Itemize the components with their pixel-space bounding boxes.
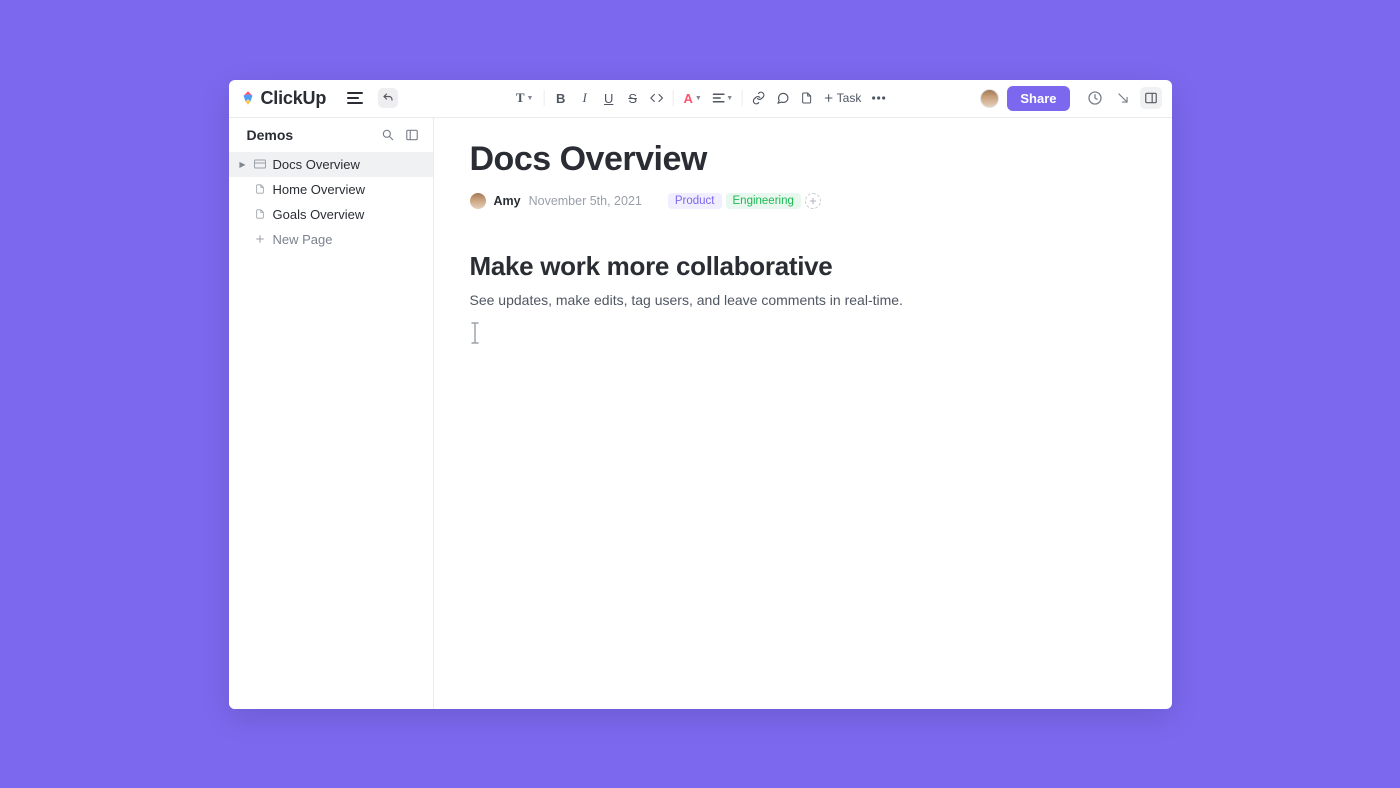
card-icon [254, 158, 266, 170]
search-icon[interactable] [379, 126, 397, 144]
italic-button[interactable]: I [574, 87, 596, 109]
sidebar-item-docs-overview[interactable]: ▶ Docs Overview [229, 152, 433, 177]
task-label: Task [837, 91, 862, 105]
clickup-logo-icon [239, 89, 257, 107]
underline-button[interactable]: U [598, 87, 620, 109]
plus-icon [254, 233, 266, 245]
brand-name: ClickUp [261, 88, 327, 109]
sidebar-item-goals-overview[interactable]: Goals Overview [229, 202, 433, 227]
toolbar-separator [673, 90, 674, 106]
page-icon [254, 208, 266, 220]
sidebar-item-label: Home Overview [273, 182, 365, 197]
doc-paragraph[interactable]: See updates, make edits, tag users, and … [470, 292, 1136, 308]
sidebar-item-label: Docs Overview [273, 157, 360, 172]
strikethrough-button[interactable]: S [622, 87, 644, 109]
author-avatar[interactable] [470, 193, 486, 209]
sidebar-item-label: Goals Overview [273, 207, 365, 222]
page-title[interactable]: Docs Overview [470, 140, 1136, 179]
text-cursor-icon [470, 322, 480, 344]
sidebar-item-label: New Page [273, 232, 333, 247]
body-area: Demos ▶ Docs Overview [229, 117, 1172, 709]
doc-heading[interactable]: Make work more collaborative [470, 251, 1136, 282]
brand-logo[interactable]: ClickUp [239, 88, 327, 109]
sidebar-title: Demos [247, 127, 294, 143]
text-color-button[interactable]: A▼ [679, 87, 707, 109]
attachment-button[interactable] [796, 87, 818, 109]
bold-button[interactable]: B [550, 87, 572, 109]
undo-button[interactable] [378, 88, 398, 108]
document-content[interactable]: Docs Overview Amy November 5th, 2021 Pro… [434, 118, 1172, 709]
align-button[interactable]: ▼ [709, 87, 737, 109]
app-window: ClickUp T▼ B I U S A▼ ▼ [229, 80, 1172, 709]
chevron-right-icon: ▶ [239, 160, 247, 169]
sidebar-panel-icon[interactable] [403, 126, 421, 144]
user-avatar[interactable] [980, 89, 999, 108]
author-name: Amy [494, 194, 521, 208]
text-style-button[interactable]: T▼ [511, 87, 539, 109]
more-button[interactable] [867, 87, 889, 109]
add-tag-button[interactable] [805, 193, 821, 209]
sidebar: Demos ▶ Docs Overview [229, 118, 434, 709]
toolbar-separator [544, 90, 545, 106]
doc-date: November 5th, 2021 [529, 194, 642, 208]
share-button[interactable]: Share [1007, 86, 1069, 111]
history-icon[interactable] [1084, 87, 1106, 109]
sidebar-header: Demos [229, 118, 433, 152]
topbar-right: Share [980, 86, 1161, 111]
doc-meta-row: Amy November 5th, 2021 Product Engineeri… [470, 193, 1136, 209]
comment-button[interactable] [772, 87, 794, 109]
formatting-toolbar: T▼ B I U S A▼ ▼ [511, 87, 890, 109]
tag-product[interactable]: Product [668, 193, 722, 209]
link-button[interactable] [748, 87, 770, 109]
code-button[interactable] [646, 87, 668, 109]
page-icon [254, 183, 266, 195]
insert-task-button[interactable]: Task [820, 91, 866, 105]
panel-toggle-button[interactable] [1140, 87, 1162, 109]
sidebar-item-home-overview[interactable]: Home Overview [229, 177, 433, 202]
menu-icon[interactable] [344, 87, 366, 109]
download-icon[interactable] [1112, 87, 1134, 109]
toolbar-separator [742, 90, 743, 106]
tag-list: Product Engineering [668, 193, 821, 209]
plus-icon [824, 93, 834, 103]
topbar: ClickUp T▼ B I U S A▼ ▼ [229, 80, 1172, 117]
tag-engineering[interactable]: Engineering [726, 193, 801, 209]
sidebar-new-page[interactable]: New Page [229, 227, 433, 252]
